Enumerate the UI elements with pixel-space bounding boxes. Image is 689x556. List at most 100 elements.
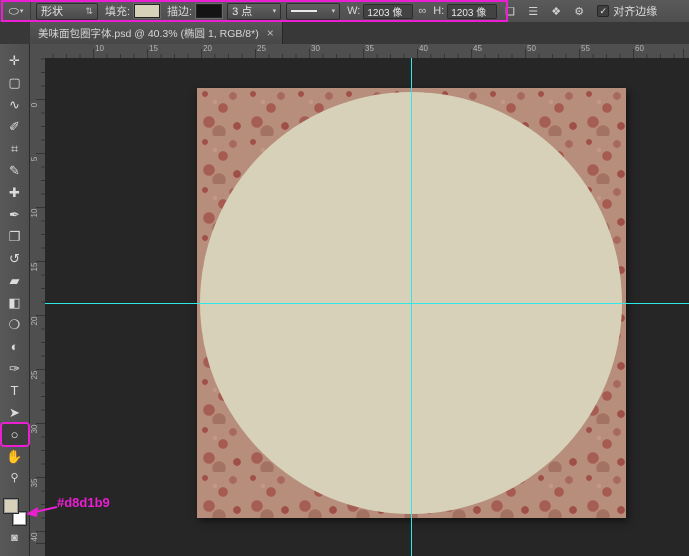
ruler-label: 25	[30, 369, 39, 381]
gradient-tool[interactable]: ◧	[2, 292, 28, 313]
align-edges-label: 对齐边缘	[613, 3, 657, 19]
vertical-guide[interactable]	[411, 58, 412, 556]
clone-stamp-tool[interactable]: ❐	[2, 226, 28, 247]
ruler-label: 40	[419, 44, 428, 53]
eyedropper-tool-icon: ✎	[9, 164, 20, 177]
ruler-label: 30	[311, 44, 320, 53]
ruler-label: 30	[30, 423, 39, 435]
stroke-style-select[interactable]: ▾	[286, 3, 340, 20]
path-arrange-icon[interactable]: ❖	[546, 3, 566, 20]
options-bar: ⬭ ▾ 形状 ⇅ 填充: 描边: 3 点 ▾ ▾ W: ∞ H: ❏ ☰ ❖ ⚙…	[0, 0, 689, 23]
shape-height-input[interactable]	[447, 4, 497, 19]
shape-width-input[interactable]	[363, 4, 413, 19]
crop-tool[interactable]: ⌗	[2, 138, 28, 159]
link-dimensions-icon[interactable]: ∞	[418, 5, 426, 17]
healing-brush-tool-icon: ✚	[9, 186, 20, 199]
stroke-width-select[interactable]: 3 点 ▾	[227, 3, 281, 20]
move-tool[interactable]: ✛	[2, 50, 28, 71]
gear-icon[interactable]: ⚙	[569, 3, 589, 20]
zoom-tool[interactable]: ⚲	[2, 468, 28, 489]
history-brush-tool-icon: ↺	[9, 252, 20, 265]
stroke-label: 描边:	[167, 3, 192, 19]
solid-line-icon	[291, 10, 317, 12]
ruler-label: 50	[527, 44, 536, 53]
healing-brush-tool[interactable]: ✚	[2, 182, 28, 203]
updown-arrows-icon: ⇅	[85, 6, 93, 17]
ruler-label: 10	[30, 207, 39, 219]
marquee-tool-icon: ▢	[8, 76, 20, 89]
hand-tool[interactable]: ✋	[2, 446, 28, 467]
path-selection-tool-icon: ➤	[9, 406, 20, 419]
zoom-tool-icon: ⚲	[10, 473, 18, 484]
document-tab-title: 美味面包圈字体.psd @ 40.3% (椭圆 1, RGB/8*)	[38, 26, 259, 41]
brush-tool[interactable]: ✒	[2, 204, 28, 225]
ruler-label: 55	[581, 44, 590, 53]
clone-stamp-tool-icon: ❐	[9, 230, 21, 243]
chevron-down-icon: ▾	[20, 7, 24, 15]
path-selection-tool[interactable]: ➤	[2, 402, 28, 423]
fill-color-swatch[interactable]	[134, 4, 160, 18]
quick-mask-icon: ◙	[11, 532, 18, 544]
quick-selection-tool[interactable]: ✐	[2, 116, 28, 137]
pen-tool-icon: ✑	[9, 362, 20, 375]
fill-label: 填充:	[105, 3, 130, 19]
close-icon[interactable]: ×	[267, 26, 274, 40]
ellipse-tool-icon: ⬭	[9, 4, 19, 19]
left-ruler[interactable]: 0 5 10 15 20 25 30 35 40	[30, 58, 46, 556]
canvas-area[interactable]	[45, 58, 689, 556]
width-label: W:	[347, 5, 360, 17]
height-label: H:	[433, 5, 444, 17]
ruler-label: 35	[30, 477, 39, 489]
document-tab[interactable]: 美味面包圈字体.psd @ 40.3% (椭圆 1, RGB/8*) ×	[30, 22, 283, 44]
stroke-color-swatch[interactable]	[196, 4, 222, 18]
tool-preset-button[interactable]: ⬭ ▾	[2, 2, 31, 20]
quick-selection-tool-icon: ✐	[9, 120, 20, 133]
rectangular-marquee-tool[interactable]: ▢	[2, 72, 28, 93]
history-brush-tool[interactable]: ↺	[2, 248, 28, 269]
type-tool-icon: T	[11, 384, 19, 397]
ruler-label: 20	[203, 44, 212, 53]
path-operations-icon[interactable]: ❏	[500, 3, 520, 20]
pen-tool[interactable]: ✑	[2, 358, 28, 379]
ruler-label: 0	[30, 99, 39, 111]
foreground-color-swatch[interactable]	[3, 498, 19, 514]
dodge-tool[interactable]: ◐	[2, 336, 28, 357]
lasso-tool[interactable]: ∿	[2, 94, 28, 115]
ruler-corner	[30, 44, 46, 59]
chevron-down-icon: ▾	[273, 7, 277, 15]
gradient-tool-icon: ◧	[8, 296, 20, 309]
ruler-label: 35	[365, 44, 374, 53]
ruler-label: 15	[149, 44, 158, 53]
blur-tool-icon: ❍	[9, 318, 21, 331]
ruler-label: 25	[257, 44, 266, 53]
ruler-label: 10	[95, 44, 104, 53]
tool-mode-value: 形状	[41, 3, 63, 19]
ruler-label: 15	[30, 261, 39, 273]
hand-tool-icon: ✋	[6, 450, 22, 463]
align-edges-checkbox[interactable]: ✓	[597, 5, 609, 17]
crop-tool-icon: ⌗	[11, 142, 18, 155]
eraser-tool[interactable]: ▰	[2, 270, 28, 291]
ruler-label: 40	[30, 531, 39, 543]
move-tool-icon: ✛	[9, 54, 20, 67]
eyedropper-tool[interactable]: ✎	[2, 160, 28, 181]
ruler-label: 20	[30, 315, 39, 327]
top-ruler[interactable]: 10 15 20 25 30 35 40 45 50 55 60	[45, 44, 689, 59]
ellipse-tool[interactable]: ○	[2, 424, 28, 445]
brush-tool-icon: ✒	[9, 208, 20, 221]
ruler-label: 45	[473, 44, 482, 53]
horizontal-guide[interactable]	[45, 303, 689, 304]
path-alignment-icon[interactable]: ☰	[523, 3, 543, 20]
tool-mode-select[interactable]: 形状 ⇅	[36, 3, 98, 20]
ellipse-tool-icon: ○	[11, 428, 19, 441]
quick-mask-button[interactable]: ◙	[11, 532, 18, 544]
eraser-tool-icon: ▰	[10, 274, 20, 287]
tools-panel: ✛ ▢ ∿ ✐ ⌗ ✎ ✚ ✒ ❐ ↺ ▰ ◧ ❍ ◐ ✑ T ➤ ○ ✋ ⚲ …	[0, 44, 30, 556]
blur-tool[interactable]: ❍	[2, 314, 28, 335]
type-tool[interactable]: T	[2, 380, 28, 401]
chevron-down-icon: ▾	[332, 7, 336, 15]
dodge-tool-icon: ◐	[11, 340, 19, 353]
ruler-label: 60	[635, 44, 644, 53]
tab-bar: 美味面包圈字体.psd @ 40.3% (椭圆 1, RGB/8*) ×	[0, 22, 689, 45]
color-wells	[2, 498, 28, 526]
